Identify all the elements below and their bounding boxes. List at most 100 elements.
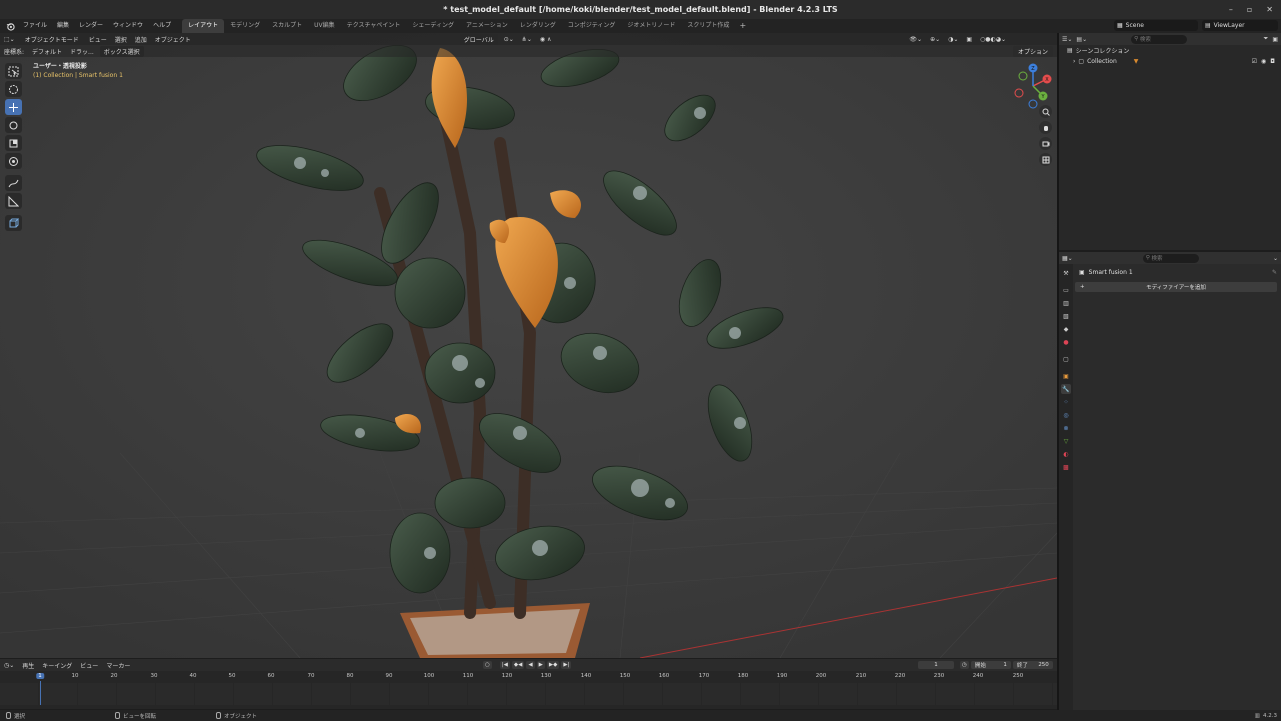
- transform-tool[interactable]: [5, 153, 22, 169]
- filter-icon[interactable]: ⏷: [1264, 35, 1269, 43]
- jump-start-icon[interactable]: |◀: [499, 661, 510, 669]
- constraints-tab-icon[interactable]: ⊗: [1061, 423, 1071, 433]
- timeline-track[interactable]: [0, 683, 1057, 705]
- overlay-toggle-icon[interactable]: ◑⌄: [944, 36, 962, 43]
- menu-help[interactable]: ヘルプ: [148, 19, 176, 33]
- properties-search-input[interactable]: ⚲ 検索: [1142, 253, 1199, 263]
- checkbox-icon[interactable]: ☑: [1252, 58, 1257, 65]
- tab-modeling[interactable]: モデリング: [224, 19, 266, 33]
- gizmo-neg-y[interactable]: [1018, 71, 1028, 81]
- gizmo-toggle-icon[interactable]: ⊕⌄: [926, 36, 944, 43]
- jump-end-icon[interactable]: ▶|: [561, 661, 572, 669]
- object-tab-icon[interactable]: ▣: [1061, 371, 1071, 381]
- tab-layout[interactable]: レイアウト: [182, 19, 225, 33]
- 3d-viewport[interactable]: ⬚⌄ オブジェクトモード ビュー 選択 追加 オブジェクト グローバル ⊙⌄ ⋔…: [0, 33, 1057, 658]
- cursor-tool[interactable]: [5, 81, 22, 97]
- timeline-editor-icon[interactable]: ◷⌄: [0, 662, 18, 669]
- chevron-down-icon[interactable]: ⌄: [1273, 255, 1278, 262]
- prev-keyframe-icon[interactable]: ◆◀: [511, 661, 525, 669]
- annotate-tool[interactable]: [5, 175, 22, 191]
- measure-tool[interactable]: [5, 193, 22, 209]
- snap-icon[interactable]: ⋔⌄: [518, 36, 536, 43]
- minimize-button[interactable]: –: [1229, 5, 1233, 14]
- visibility-icon[interactable]: 👁⌄: [905, 36, 926, 43]
- collection-tab-icon[interactable]: ▢: [1061, 354, 1071, 364]
- menu-render[interactable]: レンダー: [74, 19, 108, 33]
- physics-tab-icon[interactable]: ◎: [1061, 410, 1071, 420]
- menu-window[interactable]: ウィンドウ: [108, 19, 148, 33]
- tab-sculpting[interactable]: スカルプト: [266, 19, 308, 33]
- output-tab-icon[interactable]: ▥: [1061, 298, 1071, 308]
- modifier-tab-icon[interactable]: 🔧: [1061, 384, 1071, 394]
- menu-object[interactable]: オブジェクト: [151, 35, 195, 44]
- menu-keying[interactable]: キーイング: [38, 661, 76, 670]
- add-workspace-button[interactable]: +: [735, 19, 750, 33]
- data-tab-icon[interactable]: ▽: [1061, 436, 1071, 446]
- ortho-grid-icon[interactable]: [1039, 153, 1052, 166]
- shading-modes-icon[interactable]: ○●◐◕⌄: [976, 36, 1010, 43]
- tool-tab-icon[interactable]: ⚒: [1061, 268, 1071, 278]
- material-tab-icon[interactable]: ◐: [1061, 449, 1071, 459]
- record-icon[interactable]: ○: [483, 661, 492, 669]
- camera-view-icon[interactable]: [1039, 137, 1052, 150]
- rotate-tool[interactable]: [5, 117, 22, 133]
- mode-dropdown[interactable]: オブジェクトモード: [20, 33, 83, 45]
- scene-tab-icon[interactable]: ◆: [1061, 324, 1071, 334]
- menu-view[interactable]: ビュー: [85, 35, 111, 44]
- maximize-button[interactable]: ▫: [1247, 5, 1252, 14]
- clock-icon[interactable]: ◷: [960, 661, 969, 669]
- properties-editor-icon[interactable]: ▦⌄: [1062, 255, 1073, 262]
- playhead-line[interactable]: [40, 681, 41, 705]
- start-frame-field[interactable]: 開始 1: [970, 661, 1011, 669]
- outliner-search-input[interactable]: ⚲ 検索: [1131, 34, 1188, 44]
- editor-type-icon[interactable]: ⬚⌄: [0, 36, 19, 43]
- proportional-edit-icon[interactable]: ◉ ∧: [536, 36, 556, 43]
- expand-chevron-icon[interactable]: ›: [1073, 58, 1075, 65]
- next-keyframe-icon[interactable]: ▶◆: [546, 661, 560, 669]
- pivot-icon[interactable]: ⊙⌄: [500, 36, 518, 43]
- outliner-collection-row[interactable]: › ▢ Collection ▼ ☑ ◉ ◘: [1059, 56, 1281, 67]
- gizmo-neg-z[interactable]: [1028, 99, 1038, 109]
- tab-compositing[interactable]: コンポジティング: [562, 19, 622, 33]
- tab-shading[interactable]: シェーディング: [406, 19, 460, 33]
- current-frame-field[interactable]: 1: [918, 661, 954, 669]
- blender-logo-icon[interactable]: [5, 21, 15, 31]
- navigation-gizmo[interactable]: X Y Z: [1010, 63, 1056, 109]
- view-layer-selector[interactable]: ▤ ViewLayer: [1202, 20, 1278, 31]
- select-mode-dropdown[interactable]: ボックス選択: [99, 45, 144, 57]
- play-icon[interactable]: ▶: [536, 661, 545, 669]
- scale-tool[interactable]: [5, 135, 22, 151]
- options-dropdown[interactable]: オプション: [1012, 46, 1053, 57]
- transform-orientation-dropdown[interactable]: グローバル: [459, 33, 498, 45]
- menu-select[interactable]: 選択: [111, 35, 131, 44]
- menu-file[interactable]: ファイル: [18, 19, 52, 33]
- select-box-tool[interactable]: [5, 63, 22, 79]
- pan-hand-icon[interactable]: [1039, 121, 1052, 134]
- add-cube-tool[interactable]: [5, 215, 22, 231]
- tab-uv-editing[interactable]: UV編集: [308, 19, 341, 33]
- render-tab-icon[interactable]: ▭: [1061, 285, 1071, 295]
- tab-texture-paint[interactable]: テクスチャペイント: [341, 19, 407, 33]
- end-frame-field[interactable]: 終了 250: [1012, 661, 1053, 669]
- outliner-scene-collection[interactable]: ▤ シーンコレクション: [1059, 45, 1281, 56]
- pin-icon[interactable]: ✎: [1272, 269, 1277, 276]
- add-modifier-button[interactable]: + モディファイアーを追加: [1075, 282, 1277, 292]
- texture-tab-icon[interactable]: ▩: [1061, 462, 1071, 472]
- outliner-editor-icon[interactable]: ☰⌄: [1062, 36, 1072, 43]
- close-button[interactable]: ✕: [1266, 5, 1273, 14]
- tab-geometry-nodes[interactable]: ジオメトリノード: [621, 19, 681, 33]
- scene-selector[interactable]: ▦ Scene: [1114, 20, 1198, 31]
- tab-animation[interactable]: アニメーション: [460, 19, 514, 33]
- move-tool[interactable]: [5, 99, 22, 115]
- menu-add[interactable]: 追加: [131, 35, 151, 44]
- world-tab-icon[interactable]: ●: [1061, 337, 1071, 347]
- tab-scripting[interactable]: スクリプト作成: [681, 19, 735, 33]
- eye-icon[interactable]: ◉: [1261, 58, 1266, 65]
- new-collection-icon[interactable]: ▣: [1272, 36, 1278, 43]
- timeline-ruler[interactable]: 1 10 20 30 40 50 60 70 80 90 100 110 120…: [0, 672, 1057, 682]
- particles-tab-icon[interactable]: ⁘: [1061, 397, 1071, 407]
- zoom-icon[interactable]: [1039, 105, 1052, 118]
- menu-timeline-view[interactable]: ビュー: [76, 661, 102, 670]
- menu-playback[interactable]: 再生: [18, 661, 38, 670]
- view-layer-tab-icon[interactable]: ▧: [1061, 311, 1071, 321]
